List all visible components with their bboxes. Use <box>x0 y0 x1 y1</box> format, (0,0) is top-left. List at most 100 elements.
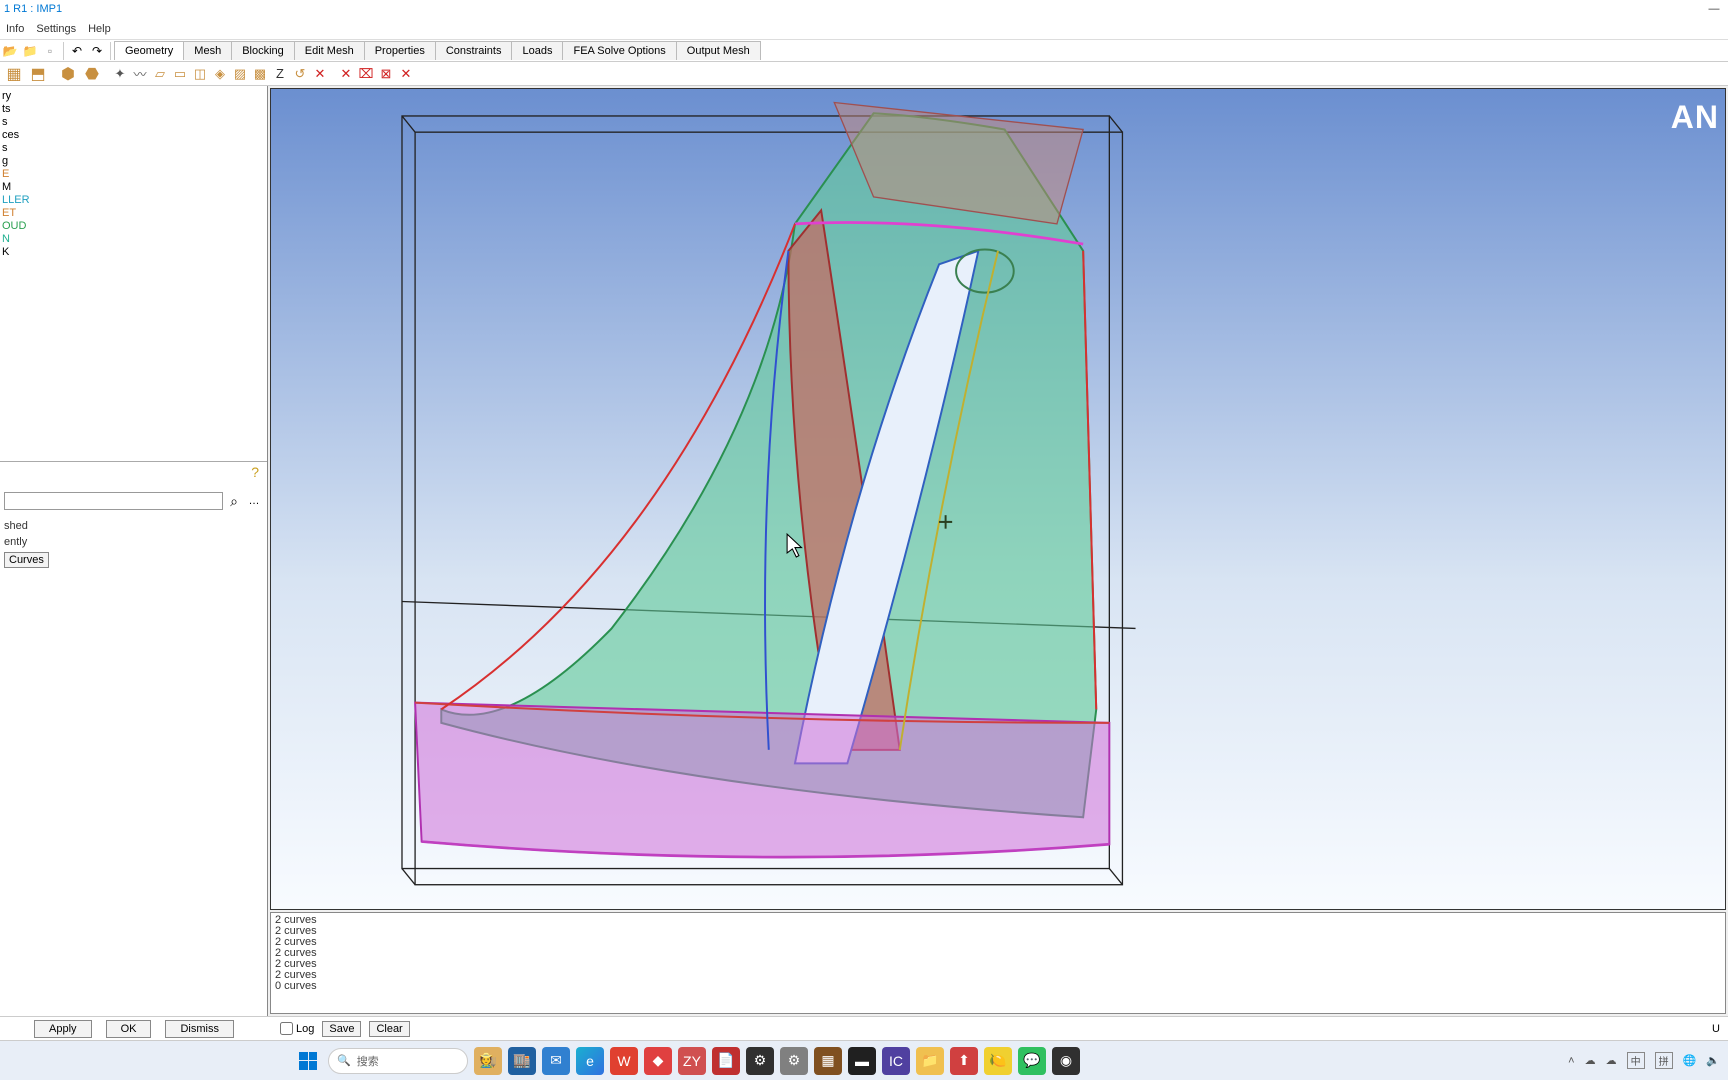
menu-info[interactable]: Info <box>6 23 24 35</box>
tree-item[interactable]: LLER <box>2 194 265 207</box>
tree-item[interactable]: N <box>2 233 265 246</box>
tab-output-mesh[interactable]: Output Mesh <box>676 41 761 60</box>
taskbar-pdf-icon[interactable]: 📄 <box>712 1047 740 1075</box>
taskbar-settings-icon[interactable]: ⚙ <box>780 1047 808 1075</box>
new-icon[interactable]: ▫ <box>41 42 59 60</box>
taskbar-icem-icon[interactable]: IC <box>882 1047 910 1075</box>
body-icon[interactable]: ▦ <box>3 63 25 85</box>
more-icon[interactable]: … <box>245 495 263 507</box>
curve-icon[interactable]: 〰 <box>131 65 149 83</box>
save-log-button[interactable]: Save <box>322 1021 361 1037</box>
tree-item[interactable]: g <box>2 155 265 168</box>
solid-icon[interactable]: ⬢ <box>57 63 79 85</box>
taskbar-search[interactable]: 🔍 搜索 <box>328 1048 468 1074</box>
import-icon[interactable]: ⬒ <box>27 63 49 85</box>
pick-icon[interactable]: ⌕ <box>223 493 245 510</box>
menu-help[interactable]: Help <box>88 23 111 35</box>
solid2-icon[interactable]: ⬣ <box>81 63 103 85</box>
props-label: ently <box>4 536 263 548</box>
tab-edit-mesh[interactable]: Edit Mesh <box>294 41 365 60</box>
apply-button[interactable]: Apply <box>34 1020 92 1038</box>
search-input[interactable] <box>4 492 223 510</box>
delete-any-icon[interactable]: ✕ <box>397 65 415 83</box>
taskbar-app-icon[interactable]: 🧑‍🌾 <box>474 1047 502 1075</box>
network-icon[interactable]: 🌐 <box>1683 1054 1697 1067</box>
clear-log-button[interactable]: Clear <box>369 1021 409 1037</box>
delete-body-icon[interactable]: ⊠ <box>377 65 395 83</box>
tree-item[interactable]: K <box>2 246 265 259</box>
tab-blocking[interactable]: Blocking <box>231 41 295 60</box>
bottom-button-row: Apply OK Dismiss Log Save Clear U <box>0 1016 1728 1040</box>
taskbar: 🔍 搜索 🧑‍🌾 🏬 ✉ e W ◆ ZY 📄 ⚙ ⚙ ▦ ▬ IC 📁 ⬆ 🍋… <box>0 1040 1728 1080</box>
properties-panel: ? ⌕ … shed ently Curves <box>0 462 267 1016</box>
taskbar-app-icon[interactable]: ⬆ <box>950 1047 978 1075</box>
cloud-icon[interactable]: ☁ <box>1585 1054 1596 1067</box>
taskbar-store-icon[interactable]: 🏬 <box>508 1047 536 1075</box>
ime-mode[interactable]: 拼 <box>1655 1052 1673 1069</box>
delete-surface-icon[interactable]: ⌧ <box>357 65 375 83</box>
ok-button[interactable]: OK <box>106 1020 152 1038</box>
tree-item[interactable]: s <box>2 142 265 155</box>
tree-item[interactable]: s <box>2 116 265 129</box>
taskbar-zy-icon[interactable]: ZY <box>678 1047 706 1075</box>
faceted-icon[interactable]: ◈ <box>211 65 229 83</box>
tab-properties[interactable]: Properties <box>364 41 436 60</box>
viewport-3d[interactable]: AN <box>270 88 1726 910</box>
chevron-up-icon[interactable]: ˄ <box>1568 1055 1574 1067</box>
tree-item[interactable]: ces <box>2 129 265 142</box>
console-line: 2 curves <box>275 926 1721 937</box>
point-icon[interactable]: ✦ <box>111 65 129 83</box>
taskbar-app-icon[interactable]: 🍋 <box>984 1047 1012 1075</box>
start-button[interactable] <box>294 1047 322 1075</box>
transform-icon[interactable]: ▩ <box>251 65 269 83</box>
open-icon[interactable]: 📂 <box>1 42 19 60</box>
onedrive-icon[interactable]: ☁ <box>1606 1054 1617 1067</box>
model-tree[interactable]: ry ts s ces s g E M LLER ET OUD N K <box>0 86 267 462</box>
tree-item[interactable]: M <box>2 181 265 194</box>
menu-settings[interactable]: Settings <box>36 23 76 35</box>
redo-icon[interactable]: ↷ <box>88 42 106 60</box>
cube-icon[interactable]: ◫ <box>191 65 209 83</box>
taskbar-terminal-icon[interactable]: ▬ <box>848 1047 876 1075</box>
tab-fea-solve-options[interactable]: FEA Solve Options <box>562 41 676 60</box>
taskbar-mail-icon[interactable]: ✉ <box>542 1047 570 1075</box>
log-checkbox[interactable]: Log <box>280 1022 314 1035</box>
taskbar-app-icon[interactable]: ◆ <box>644 1047 672 1075</box>
tab-geometry[interactable]: Geometry <box>114 41 184 60</box>
tree-item[interactable]: ts <box>2 103 265 116</box>
message-console[interactable]: 2 curves 2 curves 2 curves 2 curves 2 cu… <box>270 912 1726 1014</box>
tree-item[interactable]: ET <box>2 207 265 220</box>
box-icon[interactable]: ▭ <box>171 65 189 83</box>
z-icon[interactable]: Z <box>271 65 289 83</box>
system-tray[interactable]: ˄ ☁ ☁ 中 拼 🌐 🔈 <box>1568 1052 1720 1069</box>
taskbar-app-icon[interactable]: ▦ <box>814 1047 842 1075</box>
delete-point-icon[interactable]: ✕ <box>311 65 329 83</box>
props-label: shed <box>4 520 263 532</box>
repair-icon[interactable]: ▨ <box>231 65 249 83</box>
help-icon[interactable]: ? <box>251 464 259 480</box>
tab-constraints[interactable]: Constraints <box>435 41 513 60</box>
tree-item[interactable]: OUD <box>2 220 265 233</box>
taskbar-edge-icon[interactable]: e <box>576 1047 604 1075</box>
tree-item[interactable]: E <box>2 168 265 181</box>
undo-icon[interactable]: ↶ <box>68 42 86 60</box>
taskbar-explorer-icon[interactable]: 📁 <box>916 1047 944 1075</box>
dismiss-button[interactable]: Dismiss <box>165 1020 234 1038</box>
toolbar-tabs-row: 📂 📁 ▫ ↶ ↷ Geometry Mesh Blocking Edit Me… <box>0 40 1728 62</box>
restore-icon[interactable]: ↺ <box>291 65 309 83</box>
save-icon[interactable]: 📁 <box>21 42 39 60</box>
surface-icon[interactable]: ▱ <box>151 65 169 83</box>
curves-button[interactable]: Curves <box>4 552 49 568</box>
taskbar-obs-icon[interactable]: ⚙ <box>746 1047 774 1075</box>
taskbar-wps-icon[interactable]: W <box>610 1047 638 1075</box>
volume-icon[interactable]: 🔈 <box>1706 1054 1720 1067</box>
tab-mesh[interactable]: Mesh <box>183 41 232 60</box>
delete-curve-icon[interactable]: ✕ <box>337 65 355 83</box>
ime-lang[interactable]: 中 <box>1627 1052 1645 1069</box>
console-line: 2 curves <box>275 948 1721 959</box>
tab-loads[interactable]: Loads <box>511 41 563 60</box>
tree-item[interactable]: ry <box>2 90 265 103</box>
taskbar-chrome-icon[interactable]: ◉ <box>1052 1047 1080 1075</box>
taskbar-wechat-icon[interactable]: 💬 <box>1018 1047 1046 1075</box>
minimize-icon[interactable]: — <box>1704 3 1724 15</box>
